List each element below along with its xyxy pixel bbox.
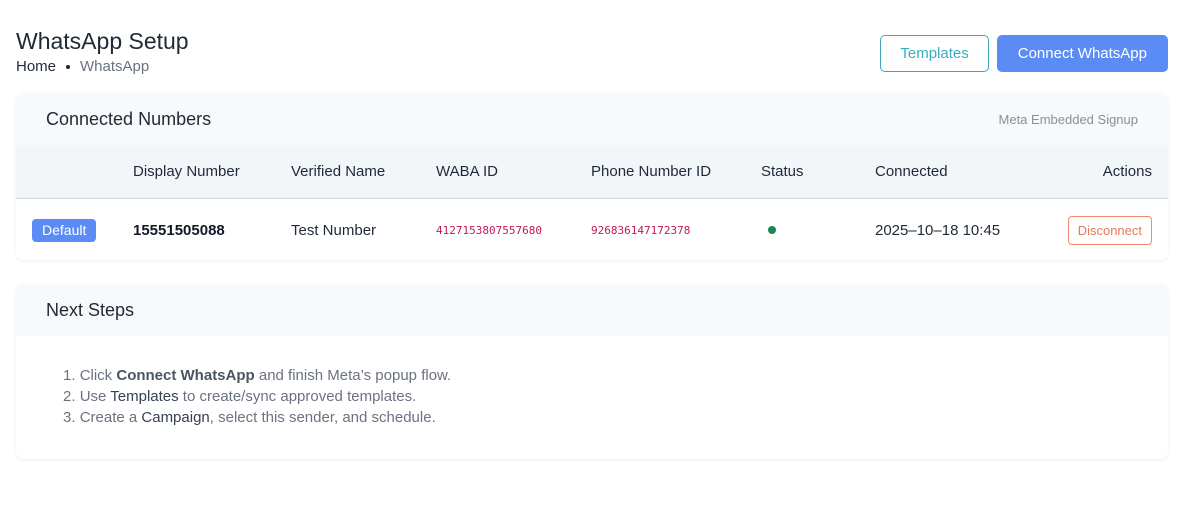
column-header-display-number: Display Number (133, 163, 240, 180)
status-active-dot-icon (768, 226, 776, 234)
page-header: WhatsApp Setup Home WhatsApp (16, 26, 189, 75)
connected-date-cell: 2025–10–18 10:45 (875, 221, 1001, 239)
header-actions: Templates Connect WhatsApp (880, 35, 1168, 72)
column-header-phone-number-id: Phone Number ID (591, 163, 712, 180)
column-header-actions: Actions (1102, 163, 1152, 180)
breadcrumb: Home WhatsApp (16, 58, 189, 75)
steps-body: 1. Click Connect WhatsApp and finish Met… (16, 336, 1168, 428)
card-header: Next Steps (16, 284, 1168, 336)
page-title: WhatsApp Setup (16, 28, 189, 54)
card-title: Next Steps (46, 299, 135, 320)
disconnect-button[interactable]: Disconnect (1067, 215, 1152, 245)
next-steps-card: Next Steps 1. Click Connect WhatsApp and… (16, 284, 1168, 459)
breadcrumb-home-link[interactable]: Home (16, 58, 56, 75)
connected-numbers-card: Connected Numbers Meta Embedded Signup D… (16, 93, 1168, 260)
table-row: Default 15551505088 Test Number 41271538… (16, 199, 1168, 260)
steps-list: 1. Click Connect WhatsApp and finish Met… (63, 365, 1168, 428)
step-highlight: Templates (110, 388, 179, 405)
column-header-verified-name: Verified Name (291, 163, 386, 180)
default-badge: Default (32, 218, 97, 242)
step-item: 3. Create a Campaign, select this sender… (63, 409, 436, 426)
verified-name-cell: Test Number (291, 221, 377, 239)
column-header-connected: Connected (875, 163, 948, 180)
column-header-waba-id: WABA ID (436, 163, 498, 180)
breadcrumb-separator-dot (66, 64, 71, 69)
step-item: 2. Use Templates to create/sync approved… (63, 388, 417, 405)
phone-number-id-cell: 926836147172378 (591, 223, 691, 237)
waba-id-cell: 4127153807557680 (436, 223, 542, 237)
display-number-cell: 15551505088 (133, 221, 225, 239)
step-highlight: Campaign (141, 409, 210, 426)
card-header: Connected Numbers Meta Embedded Signup (16, 93, 1168, 145)
step-item: 1. Click Connect WhatsApp and finish Met… (63, 367, 452, 384)
column-header-status: Status (761, 163, 804, 180)
card-subtitle: Meta Embedded Signup (998, 111, 1138, 127)
card-title: Connected Numbers (46, 108, 212, 129)
step-highlight: Connect WhatsApp (116, 367, 255, 384)
connect-whatsapp-button[interactable]: Connect WhatsApp (996, 35, 1168, 72)
table-header: Display Number Verified Name WABA ID Pho… (16, 145, 1168, 199)
breadcrumb-current: WhatsApp (80, 58, 150, 75)
templates-button[interactable]: Templates (880, 35, 989, 72)
